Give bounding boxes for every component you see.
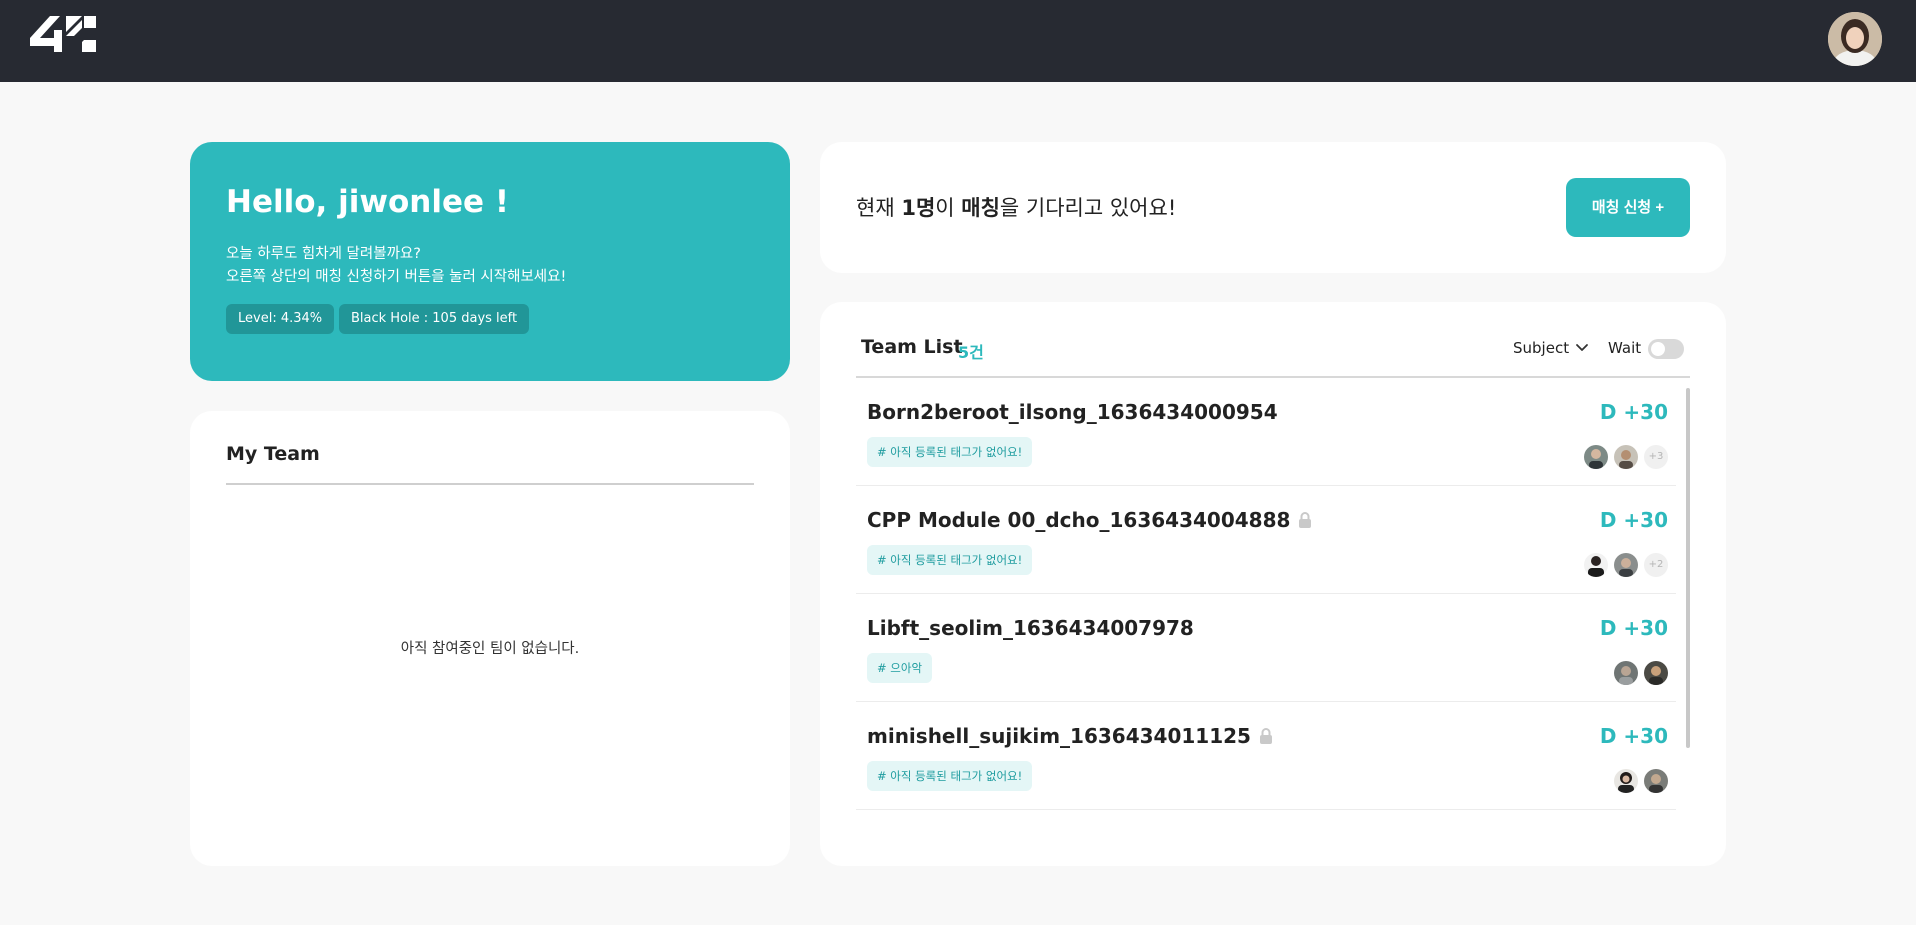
greeting-line-2: 오른쪽 상단의 매칭 신청하기 버튼을 눌러 시작해보세요! — [226, 269, 567, 285]
member-avatar-icon — [1614, 661, 1638, 685]
my-team-empty-text: 아직 참여중인 팀이 없습니다. — [400, 641, 580, 657]
greeting-card: Hello, jiwonlee ! 오늘 하루도 힘차게 달려볼까요? 오른쪽 … — [190, 142, 790, 381]
team-name-text: CPP Module 00_dcho_1636434004888 — [867, 508, 1291, 532]
team-list-scrollbar[interactable] — [1686, 388, 1690, 748]
matching-status-card: 현재 1명이 매칭을 기다리고 있어요! 매칭 신청 + — [820, 142, 1726, 273]
team-dday: D +30 — [1599, 508, 1668, 532]
team-row[interactable]: minishell_sujikim_1636434011125 # 아직 등록된… — [856, 702, 1676, 810]
team-name: minishell_sujikim_1636434011125 — [867, 724, 1273, 748]
team-name: Born2beroot_ilsong_1636434000954 — [867, 400, 1278, 424]
team-row[interactable]: Libft_seolim_1636434007978 # 으아악 D +30 — [856, 594, 1676, 702]
more-members-count: +2 — [1644, 553, 1668, 577]
team-members — [1614, 661, 1668, 685]
lock-icon — [1299, 512, 1312, 528]
member-avatar-icon — [1584, 553, 1608, 577]
team-dday: D +30 — [1599, 616, 1668, 640]
level-badge: Level: 4.34% — [226, 304, 335, 334]
divider — [226, 483, 754, 485]
team-tag: # 아직 등록된 태그가 없어요! — [867, 545, 1033, 575]
team-name-text: Libft_seolim_1636434007978 — [867, 616, 1194, 640]
my-team-card: My Team 아직 참여중인 팀이 없습니다. — [190, 411, 790, 866]
team-dday: D +30 — [1599, 400, 1668, 424]
status-suffix: 을 기다리고 있어요! — [999, 196, 1177, 220]
member-avatar-icon — [1644, 661, 1668, 685]
wait-filter-label: Wait — [1608, 339, 1642, 357]
apply-matching-button[interactable]: 매칭 신청 + — [1566, 178, 1690, 237]
team-list-card: Team List 5건 Subject Wait Born2beroot_il… — [820, 302, 1726, 866]
status-word: 매칭 — [961, 196, 1000, 220]
team-name-text: minishell_sujikim_1636434011125 — [867, 724, 1251, 748]
greeting-line-1: 오늘 하루도 힘차게 달려볼까요? — [226, 246, 421, 262]
my-team-title: My Team — [226, 443, 320, 465]
member-avatar-icon — [1614, 769, 1638, 793]
subject-filter-label[interactable]: Subject — [1513, 339, 1569, 357]
team-name: CPP Module 00_dcho_1636434004888 — [867, 508, 1312, 532]
matching-status-text: 현재 1명이 매칭을 기다리고 있어요! — [856, 192, 1176, 222]
team-tag: # 아직 등록된 태그가 없어요! — [867, 437, 1033, 467]
team-members: +2 — [1584, 553, 1668, 577]
team-tag: # 아직 등록된 태그가 없어요! — [867, 761, 1033, 791]
chevron-down-icon[interactable] — [1573, 339, 1591, 357]
member-avatar-icon — [1584, 445, 1608, 469]
team-row[interactable]: CPP Module 00_dcho_1636434004888 # 아직 등록… — [856, 486, 1676, 594]
team-members — [1614, 769, 1668, 793]
greeting-title: Hello, jiwonlee ! — [226, 184, 509, 220]
blackhole-badge: Black Hole : 105 days left — [339, 304, 530, 334]
status-prefix: 현재 — [856, 196, 902, 220]
team-tag: # 으아악 — [867, 653, 933, 683]
top-navbar — [0, 0, 1916, 82]
wait-toggle[interactable] — [1648, 339, 1684, 359]
team-name: Libft_seolim_1636434007978 — [867, 616, 1194, 640]
user-avatar-icon[interactable] — [1828, 12, 1882, 66]
team-row[interactable]: Born2beroot_ilsong_1636434000954 # 아직 등록… — [856, 378, 1676, 486]
team-list-scroll[interactable]: Born2beroot_ilsong_1636434000954 # 아직 등록… — [856, 378, 1692, 812]
lock-icon — [1259, 728, 1272, 744]
member-avatar-icon — [1644, 769, 1668, 793]
team-list-title: Team List — [861, 336, 963, 358]
more-members-count: +3 — [1644, 445, 1668, 469]
member-avatar-icon — [1614, 445, 1638, 469]
waiting-count: 1명 — [901, 196, 936, 220]
team-count-badge: 5건 — [958, 343, 984, 362]
team-name-text: Born2beroot_ilsong_1636434000954 — [867, 400, 1278, 424]
member-avatar-icon — [1614, 553, 1638, 577]
status-mid: 이 — [935, 196, 962, 220]
42-logo-icon[interactable] — [30, 16, 96, 62]
toggle-knob — [1651, 342, 1665, 356]
team-dday: D +30 — [1599, 724, 1668, 748]
team-members: +3 — [1584, 445, 1668, 469]
